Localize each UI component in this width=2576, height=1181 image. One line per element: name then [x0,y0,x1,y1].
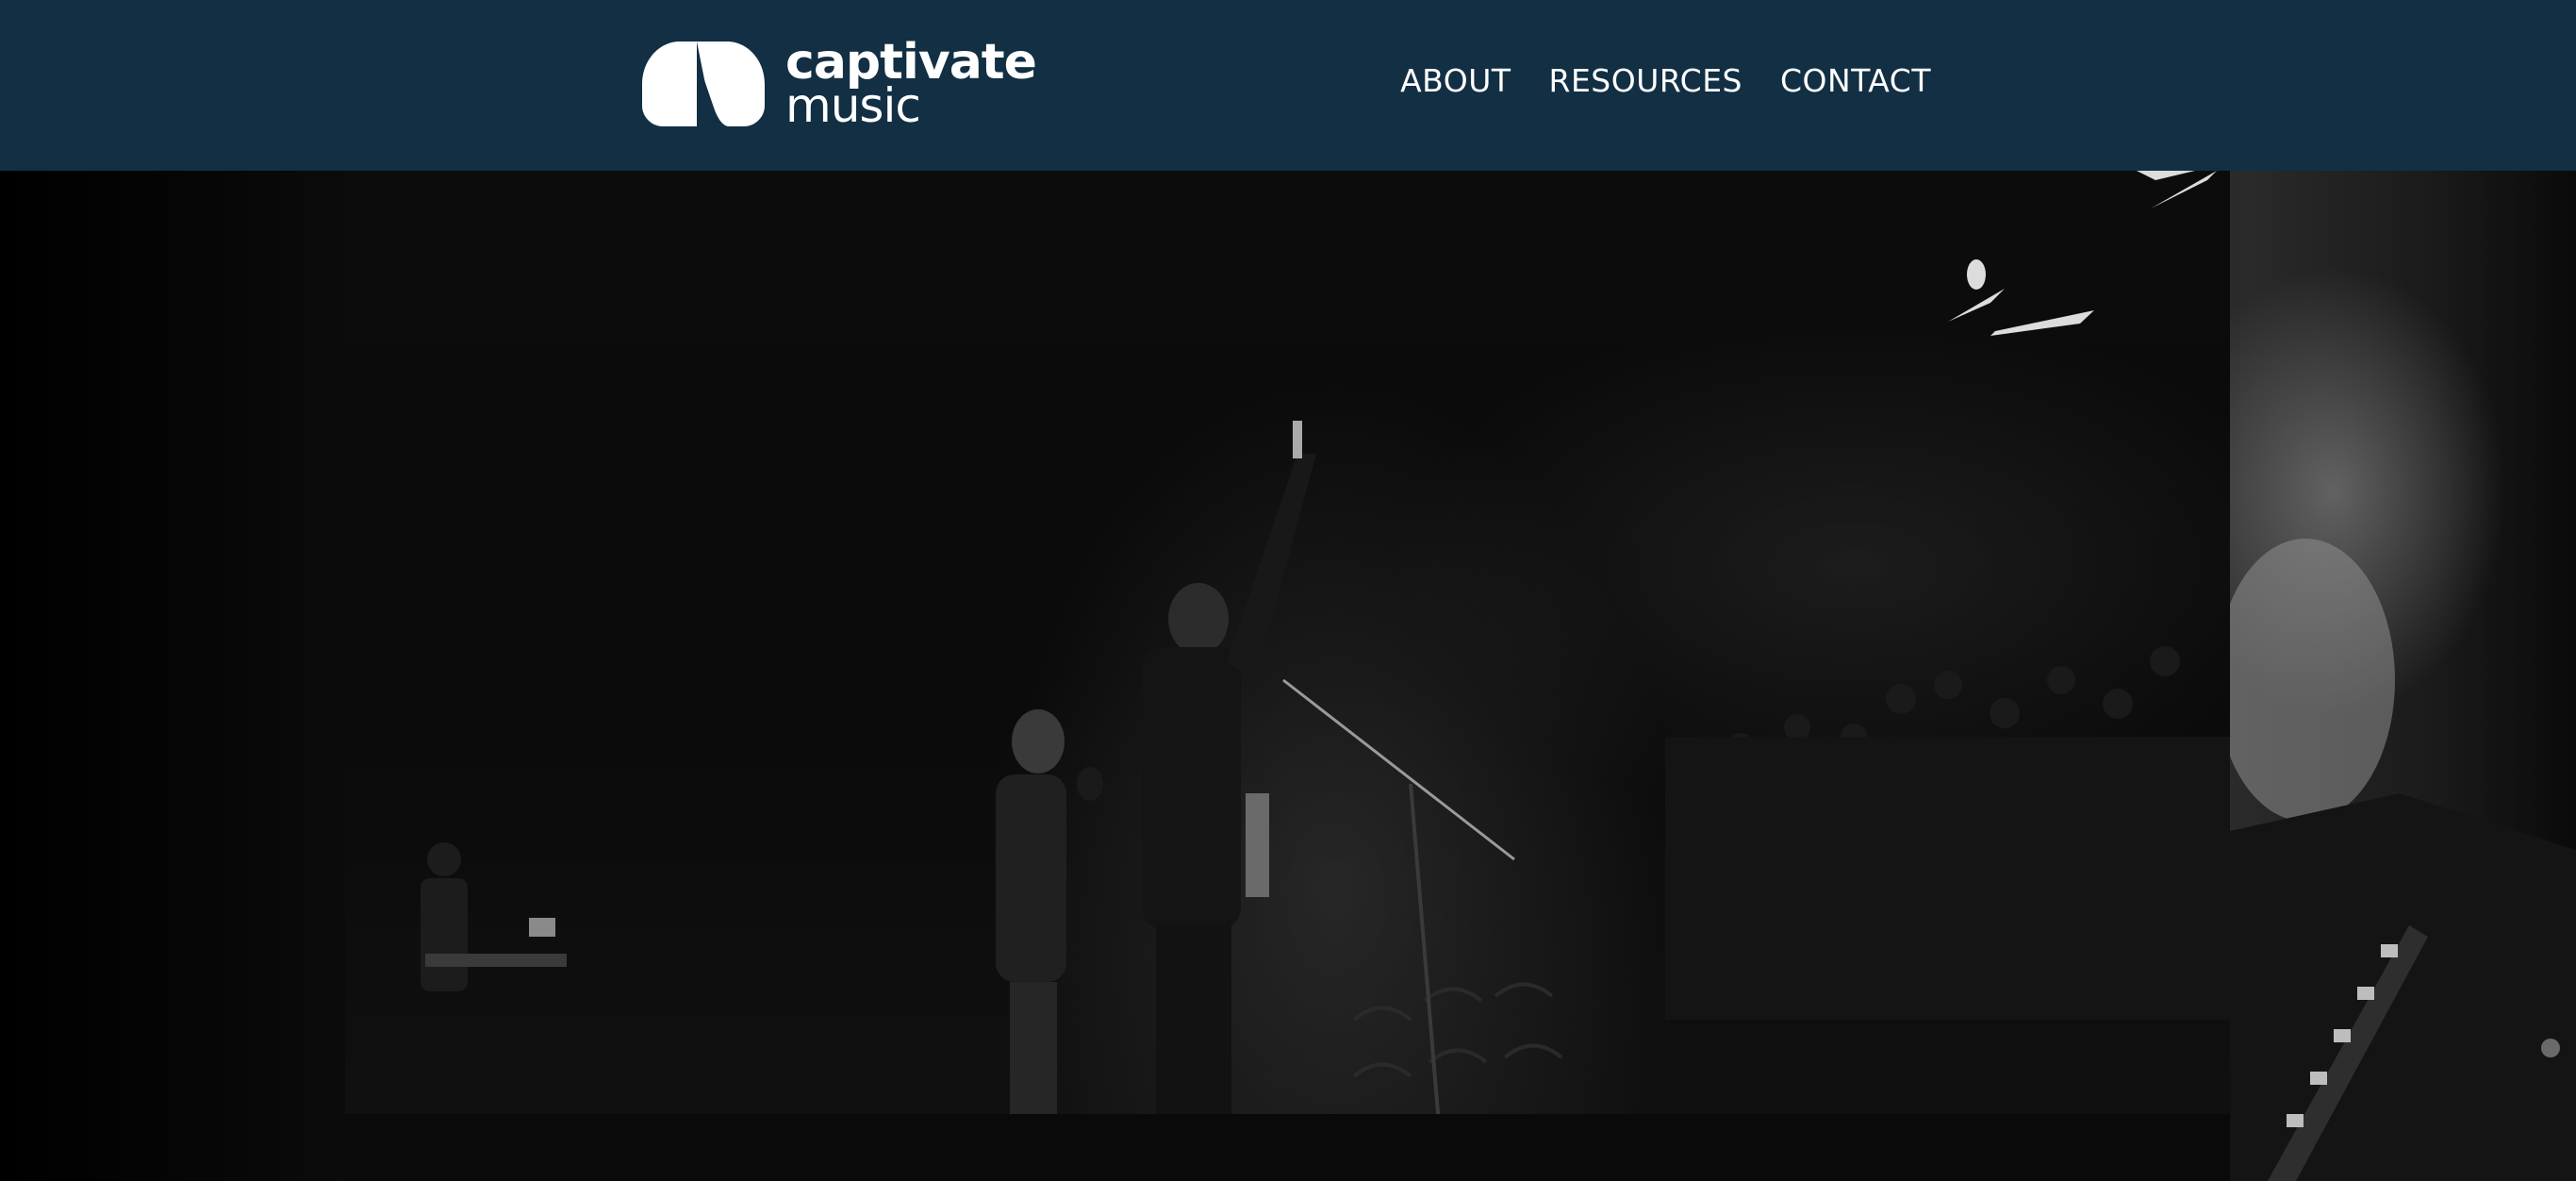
logo-wordmark: captivate music [785,38,1037,133]
guitarist-closeup-image [2230,539,2576,1181]
nav-about-link[interactable]: ABOUT [1400,62,1511,99]
ceiling-lights [1948,171,2217,336]
site-header: captivate music ABOUT RESOURCES CONTACT [0,0,2576,171]
hero-carousel [0,171,2576,1181]
hero-slide-current [345,171,2230,1181]
nav-contact-link[interactable]: CONTACT [1780,62,1931,99]
singers [996,709,1103,1180]
concert-stage-image [345,171,2230,1181]
logo-line-2: music [785,77,921,133]
audience [1665,646,2230,1020]
lead-singer [1142,421,1515,1181]
auditorium-seats [1352,982,1563,1078]
hero-slide-next[interactable] [2230,171,2576,1181]
keyboard-player [421,842,567,991]
captivate-logo-icon [642,42,765,126]
main-nav: ABOUT RESOURCES CONTACT [1400,62,1931,99]
logo-link[interactable]: captivate music [642,38,1037,133]
hero-slide-previous[interactable] [0,171,345,1181]
nav-resources-link[interactable]: RESOURCES [1549,62,1742,99]
